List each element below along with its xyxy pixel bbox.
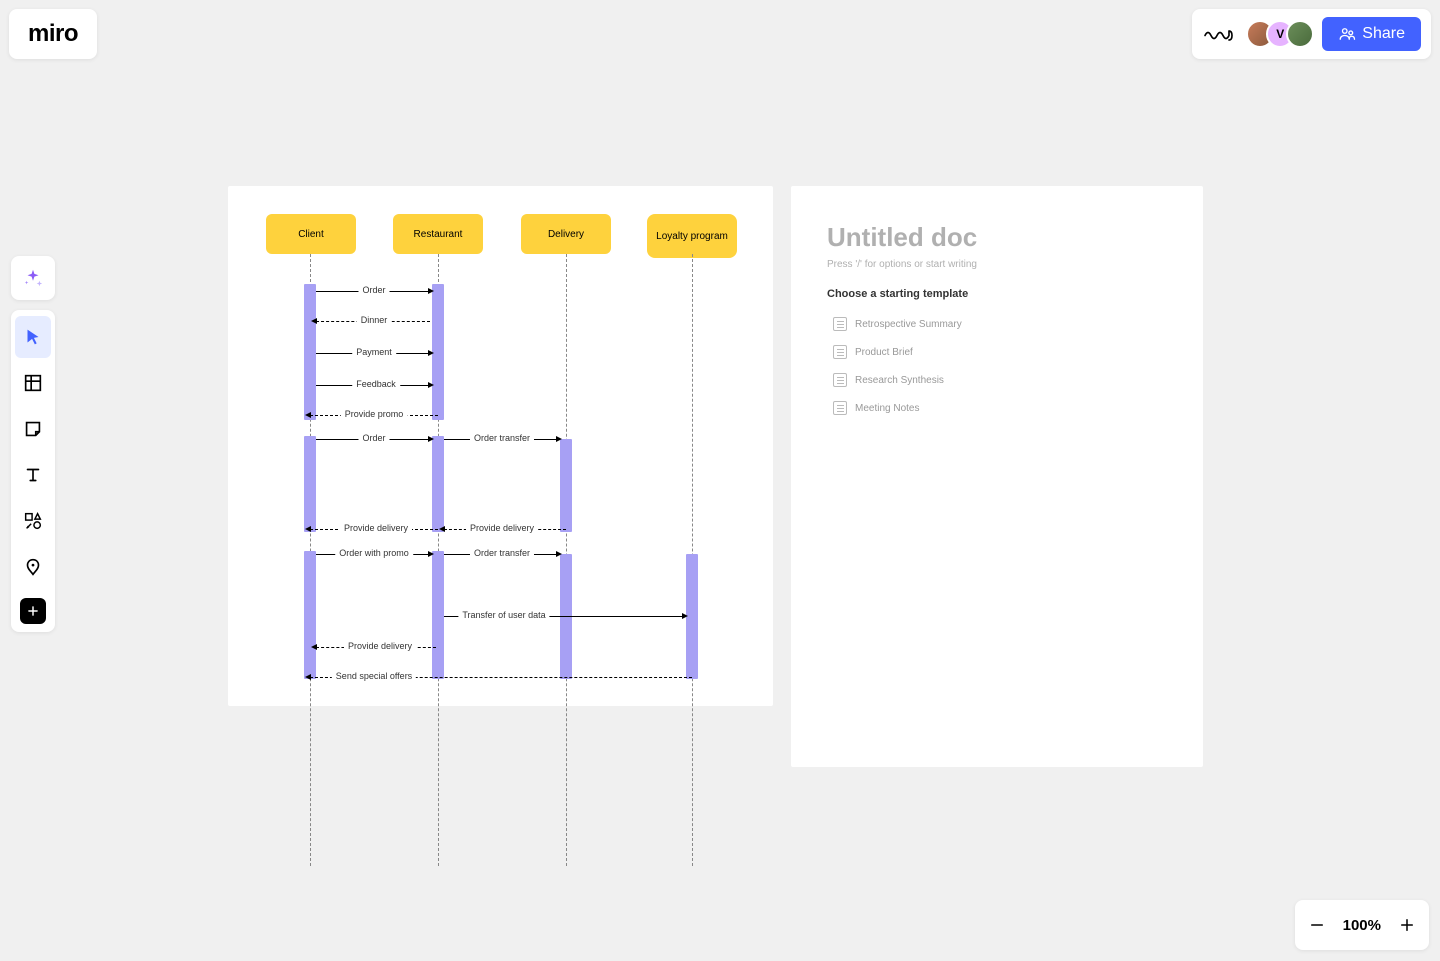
activation[interactable] (304, 551, 316, 679)
sparkle-icon (22, 267, 44, 289)
plus-icon (26, 604, 40, 618)
message-label[interactable]: Order with promo (335, 548, 413, 558)
header-right: V Share (1192, 9, 1431, 59)
document-icon (833, 317, 847, 331)
minus-icon (1308, 916, 1326, 934)
select-tool[interactable] (15, 316, 51, 358)
message-label[interactable]: Feedback (352, 379, 400, 389)
frame-icon (22, 372, 44, 394)
shapes-icon (22, 510, 44, 532)
message-label[interactable]: Transfer of user data (458, 610, 549, 620)
doc-hint: Press '/' for options or start writing (827, 259, 1167, 270)
shapes-tool[interactable] (15, 500, 51, 542)
message-label[interactable]: Send special offers (332, 671, 416, 681)
document-icon (833, 401, 847, 415)
message-label[interactable]: Order (358, 285, 389, 295)
template-label: Product Brief (855, 347, 913, 358)
sticky-tool[interactable] (15, 408, 51, 450)
activation[interactable] (432, 436, 444, 532)
arrow-head-icon (305, 526, 311, 532)
zoom-level[interactable]: 100% (1343, 917, 1381, 934)
participant-label: Client (298, 229, 324, 240)
arrow-head-icon (428, 436, 434, 442)
participant-label: Loyalty program (656, 231, 728, 242)
plus-icon (1398, 916, 1416, 934)
message-label[interactable]: Order (358, 433, 389, 443)
participant-label: Delivery (548, 229, 584, 240)
message-label[interactable]: Provide promo (341, 409, 408, 419)
activation[interactable] (304, 284, 316, 420)
message-label[interactable]: Provide delivery (340, 523, 412, 533)
document-icon (833, 373, 847, 387)
participant-restaurant[interactable]: Restaurant (393, 214, 483, 254)
pen-icon (22, 556, 44, 578)
avatar-initial: V (1276, 27, 1284, 41)
message-label[interactable]: Provide delivery (466, 523, 538, 533)
arrow-head-icon (305, 674, 311, 680)
add-tool[interactable] (20, 598, 46, 624)
avatar[interactable] (1286, 20, 1314, 48)
sequence-diagram: Client Restaurant Delivery Loyalty progr… (228, 186, 773, 706)
arrow-head-icon (682, 613, 688, 619)
arrow-head-icon (556, 551, 562, 557)
message-label[interactable]: Order transfer (470, 548, 534, 558)
app-logo[interactable]: miro (9, 9, 97, 59)
doc-frame[interactable]: Untitled doc Press '/' for options or st… (791, 186, 1203, 767)
avatar-stack[interactable]: V (1246, 20, 1314, 48)
message-label[interactable]: Order transfer (470, 433, 534, 443)
participant-delivery[interactable]: Delivery (521, 214, 611, 254)
template-item[interactable]: Meeting Notes (827, 394, 1167, 422)
cursor-icon (22, 326, 44, 348)
arrow-head-icon (305, 412, 311, 418)
arrow-head-icon (311, 644, 317, 650)
participant-label: Restaurant (414, 229, 463, 240)
template-item[interactable]: Product Brief (827, 338, 1167, 366)
template-item[interactable]: Retrospective Summary (827, 310, 1167, 338)
arrow-head-icon (311, 318, 317, 324)
zoom-out-button[interactable] (1305, 913, 1329, 937)
toolbar-main (11, 310, 55, 632)
diagram-frame[interactable]: Client Restaurant Delivery Loyalty progr… (228, 186, 773, 706)
text-tool[interactable] (15, 454, 51, 496)
arrow-head-icon (556, 436, 562, 442)
zoom-control: 100% (1295, 900, 1429, 950)
doc-title[interactable]: Untitled doc (827, 222, 1167, 253)
template-label: Retrospective Summary (855, 319, 962, 330)
share-label: Share (1362, 25, 1405, 43)
message-label[interactable]: Provide delivery (344, 641, 416, 651)
doc-section-label: Choose a starting template (827, 288, 1167, 300)
sticky-icon (22, 418, 44, 440)
template-label: Meeting Notes (855, 403, 919, 414)
activation[interactable] (304, 436, 316, 532)
activation[interactable] (432, 551, 444, 679)
ai-tool[interactable] (11, 256, 55, 300)
participant-client[interactable]: Client (266, 214, 356, 254)
zoom-in-button[interactable] (1395, 913, 1419, 937)
participant-loyalty[interactable]: Loyalty program (647, 214, 737, 258)
activation[interactable] (560, 439, 572, 532)
arrow-head-icon (428, 288, 434, 294)
app-logo-text: miro (28, 20, 78, 48)
message-label[interactable]: Payment (352, 347, 396, 357)
text-icon (22, 464, 44, 486)
template-label: Research Synthesis (855, 375, 944, 386)
message-label[interactable]: Dinner (357, 315, 392, 325)
document-icon (833, 345, 847, 359)
arrow-head-icon (428, 350, 434, 356)
collaboration-icon[interactable] (1202, 22, 1238, 46)
share-button[interactable]: Share (1322, 17, 1421, 51)
arrow-head-icon (439, 526, 445, 532)
template-item[interactable]: Research Synthesis (827, 366, 1167, 394)
pen-tool[interactable] (15, 546, 51, 588)
arrow-head-icon (428, 551, 434, 557)
people-icon (1338, 25, 1356, 43)
frame-tool[interactable] (15, 362, 51, 404)
arrow-head-icon (428, 382, 434, 388)
left-toolbar (11, 256, 55, 632)
